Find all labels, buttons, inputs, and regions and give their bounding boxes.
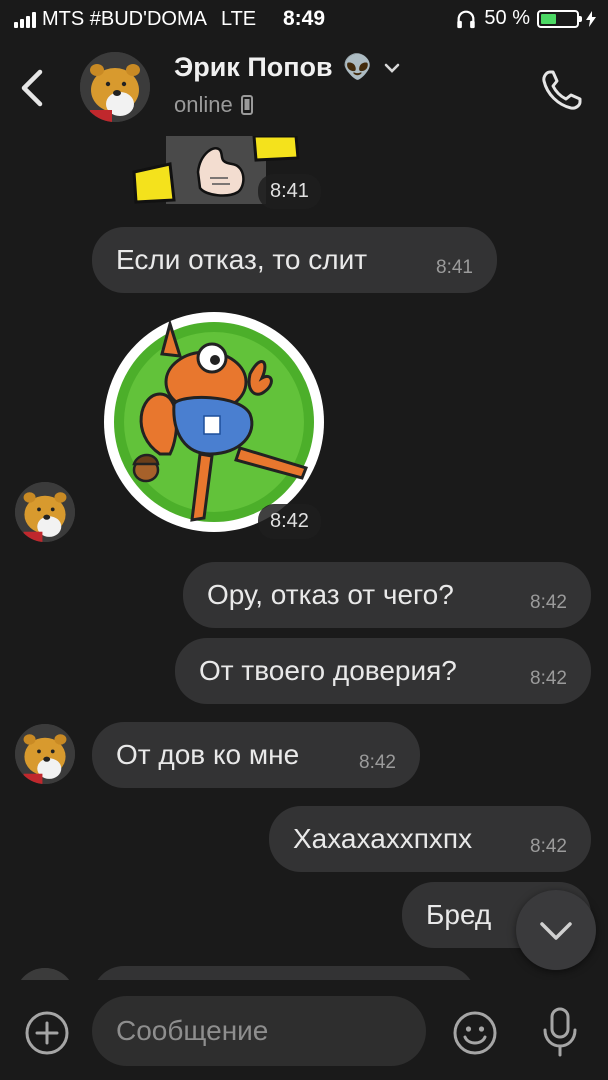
message-time: 8:42 [530,668,567,689]
microphone-icon[interactable] [540,1006,580,1058]
message-text: Бред [426,899,492,930]
contact-status: online [174,92,253,118]
message-bubble-outgoing[interactable]: Ору, отказ от чего? 8:42 [183,562,591,628]
clock: 8:49 [283,7,326,30]
battery-percent: 50 % [484,7,530,29]
charging-icon [586,10,596,27]
message-text: Ору, отказ от чего? [207,579,454,610]
status-bar: MTS #BUD'DOMA LTE 8:49 50 % [0,0,608,40]
scroll-down-button[interactable] [516,890,596,970]
chevron-down-icon [540,922,572,940]
contact-avatar[interactable] [80,52,150,122]
sticker-timestamp: 8:41 [258,174,321,209]
carrier-info: MTS #BUD'DOMA LTE [14,8,256,31]
sender-avatar[interactable] [15,724,75,784]
message-text: От твоего доверия? [199,655,457,686]
message-bubble-incoming[interactable] [92,966,476,980]
message-text: От дов ко мне [116,739,300,770]
message-bubble-outgoing[interactable]: От твоего доверия? 8:42 [175,638,591,704]
sticker-message[interactable]: 8:42 [100,304,332,540]
message-input[interactable]: Сообщение [92,996,426,1066]
message-bubble-incoming[interactable]: Если отказ, то слит 8:41 [92,227,497,293]
plus-icon[interactable] [24,1010,70,1056]
mobile-device-icon [240,95,253,115]
status-right: 50 % [455,7,596,30]
emoji-icon[interactable] [452,1010,498,1056]
composer: Сообщение [0,980,608,1080]
back-icon[interactable] [14,66,54,110]
message-input-placeholder: Сообщение [116,1015,269,1046]
message-bubble-incoming[interactable]: От дов ко мне 8:42 [92,722,420,788]
network-type: LTE [220,8,257,30]
message-time: 8:42 [530,836,567,857]
chat-header: Эрик Попов 👽 online [0,40,608,136]
message-time: 8:42 [530,592,567,613]
message-text: Если отказ, то слит [116,244,368,275]
message-list[interactable]: 8:41 Если отказ, то слит 8:41 8:42 Ору, … [0,136,608,980]
sticker-message[interactable]: 8:41 [128,136,321,209]
headphones-icon [457,10,476,28]
carrier-name: MTS #BUD'DOMA [42,8,207,30]
message-text: Хахахаххпхпх [293,823,473,854]
message-bubble-outgoing[interactable]: Хахахаххпхпх 8:42 [269,806,591,872]
sender-avatar[interactable] [15,482,75,542]
contact-name-text: Эрик Попов [174,52,333,82]
online-status: online [174,92,233,117]
contact-name[interactable]: Эрик Попов 👽 [174,52,401,83]
sticker-timestamp: 8:42 [258,504,321,539]
message-time: 8:41 [436,257,473,278]
chevron-down-icon[interactable] [383,61,401,75]
alien-emoji: 👽 [342,54,373,81]
message-time: 8:42 [359,752,396,773]
sender-avatar[interactable] [15,968,75,980]
signal-icon [14,11,36,28]
battery-icon [537,9,582,28]
phone-icon[interactable] [536,64,588,116]
